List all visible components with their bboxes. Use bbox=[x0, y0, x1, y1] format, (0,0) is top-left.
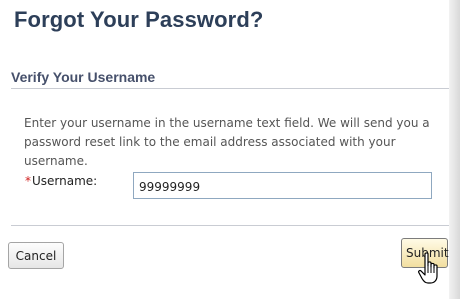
username-label-text: Username: bbox=[32, 174, 98, 188]
username-input[interactable] bbox=[133, 172, 432, 199]
section-heading: Verify Your Username bbox=[11, 69, 156, 85]
hand-pointer-icon bbox=[418, 252, 438, 284]
section-divider bbox=[11, 88, 449, 89]
panel-edge-shadow bbox=[449, 0, 460, 299]
footer-divider bbox=[11, 225, 449, 226]
page-title: Forgot Your Password? bbox=[14, 7, 264, 32]
cancel-button[interactable]: Cancel bbox=[8, 242, 64, 269]
required-marker: * bbox=[25, 174, 31, 188]
instructions-text: Enter your username in the username text… bbox=[24, 116, 430, 168]
username-label: *Username: bbox=[25, 174, 97, 188]
